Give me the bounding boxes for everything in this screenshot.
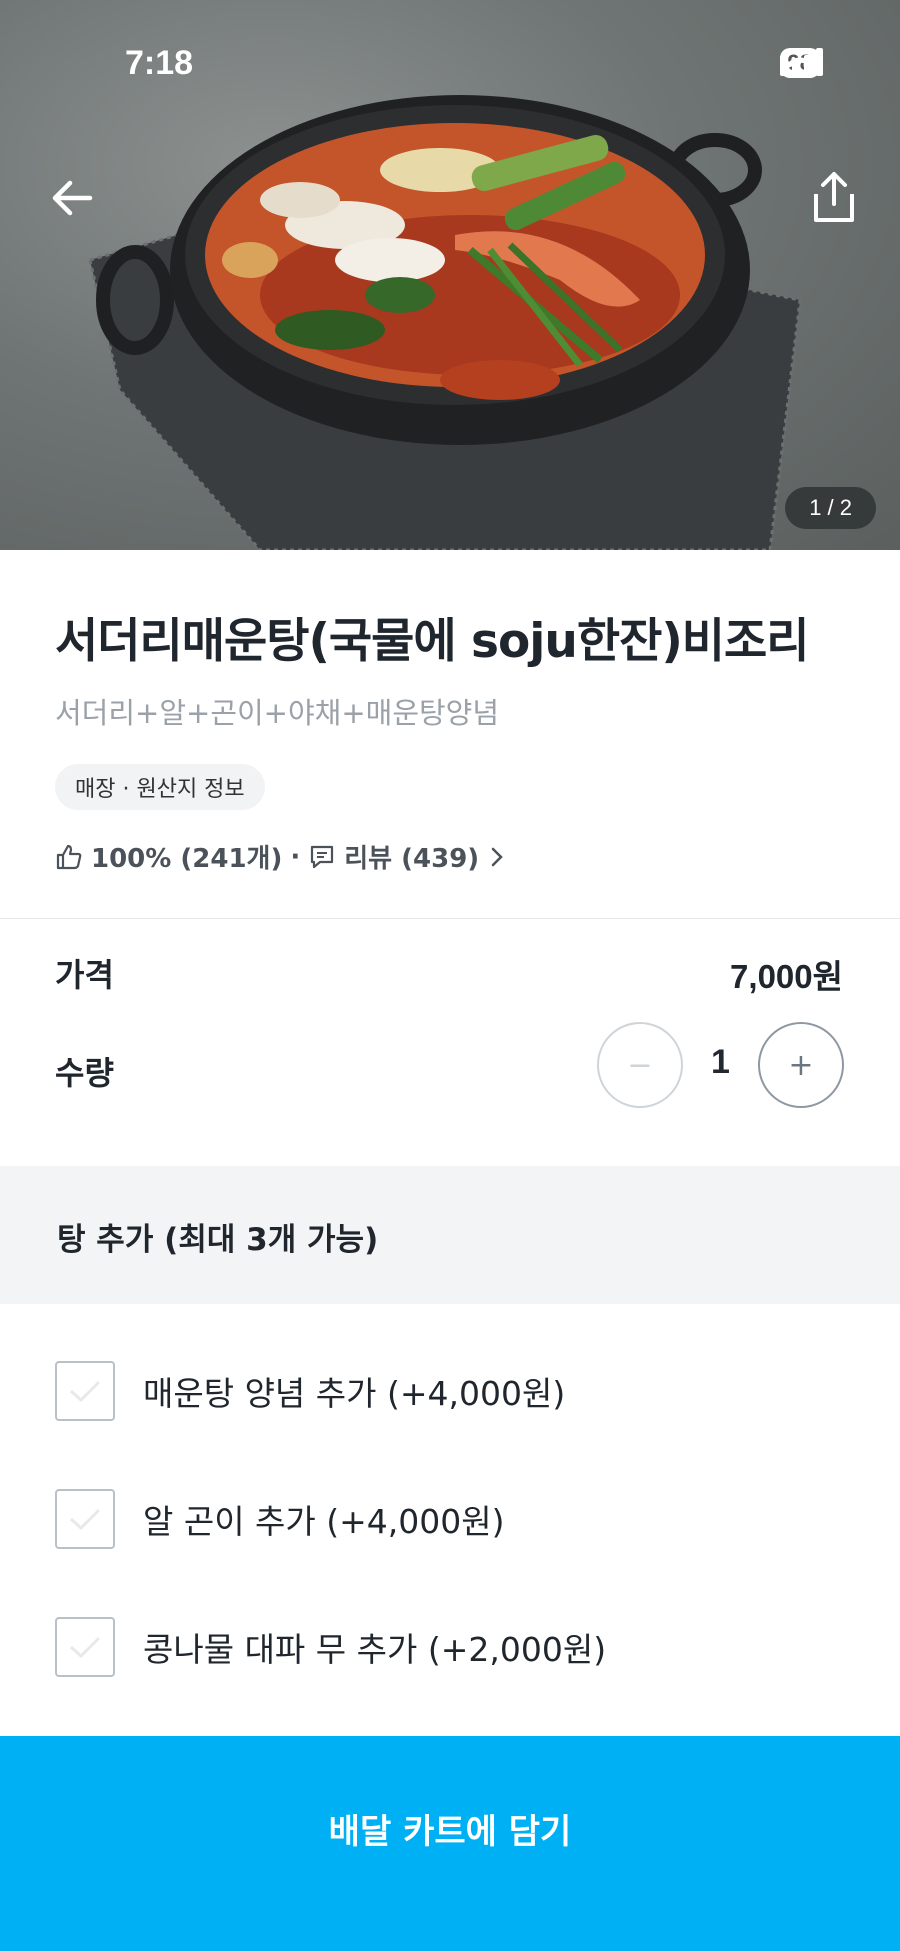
quantity-label: 수량 bbox=[55, 1054, 114, 1092]
status-bar: 7:18 98 bbox=[0, 0, 900, 130]
origin-info-tag[interactable]: 매장 · 원산지 정보 bbox=[55, 764, 265, 810]
product-title: 서더리매운탕(국물에 soju한잔)비조리 bbox=[55, 614, 810, 669]
quantity-decrease-button[interactable]: − bbox=[597, 1022, 683, 1108]
arrow-left-icon bbox=[52, 180, 93, 216]
status-icons: 98 bbox=[779, 48, 823, 78]
check-icon bbox=[69, 1636, 101, 1659]
quantity-value: 1 bbox=[711, 1043, 730, 1081]
option-checkbox[interactable] bbox=[55, 1361, 115, 1421]
options-section-header: 탕 추가 (최대 3개 가능) bbox=[0, 1166, 900, 1304]
check-icon bbox=[69, 1508, 101, 1531]
option-item[interactable]: 매운탕 양념 추가 (+4,000원) bbox=[55, 1361, 565, 1421]
price-value: 7,000원 bbox=[730, 958, 843, 995]
rating-row[interactable]: 100% (241개) · 리뷰 (439) bbox=[55, 838, 507, 875]
product-subtitle: 서더리+알+곤이+야채+매운탕양념 bbox=[55, 696, 500, 730]
option-item[interactable]: 콩나물 대파 무 추가 (+2,000원) bbox=[55, 1617, 606, 1677]
options-title: 탕 추가 (최대 3개 가능) bbox=[57, 1222, 379, 1258]
comment-icon bbox=[311, 845, 334, 868]
option-label: 매운탕 양념 추가 (+4,000원) bbox=[143, 1374, 566, 1413]
thumbs-up-icon bbox=[56, 844, 82, 869]
image-counter: 1 / 2 bbox=[785, 487, 876, 529]
add-to-cart-button[interactable]: 배달 카트에 담기 bbox=[0, 1736, 900, 1951]
option-checkbox[interactable] bbox=[55, 1489, 115, 1549]
option-item[interactable]: 알 곤이 추가 (+4,000원) bbox=[55, 1489, 505, 1549]
wifi-icon bbox=[779, 48, 820, 76]
rating-separator: · bbox=[290, 841, 301, 872]
share-icon bbox=[814, 172, 854, 222]
option-label: 콩나물 대파 무 추가 (+2,000원) bbox=[143, 1630, 607, 1669]
option-checkbox[interactable] bbox=[55, 1617, 115, 1677]
share-button[interactable] bbox=[804, 168, 864, 228]
check-icon bbox=[69, 1380, 101, 1403]
option-label: 알 곤이 추가 (+4,000원) bbox=[143, 1502, 505, 1541]
status-time: 7:18 bbox=[125, 44, 194, 82]
product-image[interactable]: 7:18 98 1 / 2 bbox=[0, 0, 900, 550]
add-to-cart-label: 배달 카트에 담기 bbox=[328, 1812, 572, 1852]
chevron-right-icon bbox=[491, 847, 503, 866]
price-label: 가격 bbox=[55, 956, 114, 994]
rating-text: 100% (241개) bbox=[91, 844, 283, 874]
divider bbox=[0, 918, 900, 919]
back-button[interactable] bbox=[46, 172, 98, 224]
review-count: 리뷰 (439) bbox=[344, 844, 480, 874]
quantity-increase-button[interactable]: + bbox=[758, 1022, 844, 1108]
